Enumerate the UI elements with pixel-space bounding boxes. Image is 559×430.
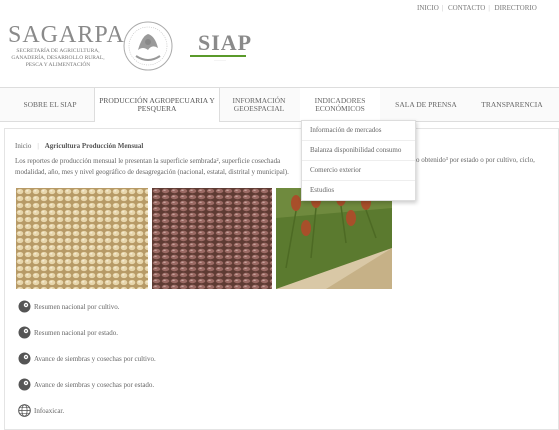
siap-logo-underline [190, 55, 246, 57]
top-link-directorio[interactable]: DIRECTORIO [492, 4, 540, 12]
sagarpa-logo-subtitle: SECRETARÍA DE AGRICULTURA, GANADERÍA, DE… [11, 48, 105, 68]
link-label[interactable]: Infoaxicar. [34, 407, 64, 415]
link-label[interactable]: Resumen nacional por estado. [34, 329, 118, 337]
main-nav: SOBRE EL SIAP PRODUCCIÓN AGROPECUARIA Y … [0, 87, 559, 122]
top-link-contacto[interactable]: CONTACTO [445, 4, 488, 12]
link-label[interactable]: Avance de siembras y cosechas por cultiv… [34, 355, 156, 363]
siap-logo-subtitle: ············ [214, 59, 226, 63]
divider: | [441, 4, 444, 12]
photo-sorghum-field [276, 188, 392, 289]
globe-icon [18, 404, 31, 417]
link-avance-estado[interactable]: Avance de siembras y cosechas por estado… [18, 378, 154, 391]
divider: | [37, 142, 39, 150]
dropdown-item-estudios[interactable]: Estudios [302, 181, 415, 200]
intro-line-1-right: o obtenido³ por estado o por cultivo, ci… [416, 156, 535, 164]
nav-item-sala-prensa[interactable]: SALA DE PRENSA [386, 88, 466, 121]
national-seal-icon [122, 20, 174, 72]
top-link-inicio[interactable]: INICIO [414, 4, 442, 12]
nav-item-indicadores[interactable]: INDICADORES ECONÓMICOS [300, 88, 380, 121]
divider: | [488, 4, 490, 12]
dropdown-item-informacion-mercados[interactable]: Información de mercados [302, 121, 415, 141]
link-label[interactable]: Avance de siembras y cosechas por estado… [34, 381, 154, 389]
dropdown-item-comercio-exterior[interactable]: Comercio exterior [302, 161, 415, 181]
top-links: INICIO | CONTACTO | DIRECTORIO [414, 4, 540, 12]
link-infoaxicar[interactable]: Infoaxicar. [18, 404, 64, 417]
intro-line-2: modalidad, año, mes y nivel geográfico d… [15, 168, 289, 176]
globe-gear-icon [18, 326, 31, 339]
link-label[interactable]: Resumen nacional por cultivo. [34, 303, 120, 311]
globe-gear-icon [18, 300, 31, 313]
link-avance-cultivo[interactable]: Avance de siembras y cosechas por cultiv… [18, 352, 156, 365]
nav-item-informacion-geoespacial[interactable]: INFORMACIÓN GEOESPACIAL [222, 88, 296, 121]
dropdown-item-balanza[interactable]: Balanza disponibilidad consumo [302, 141, 415, 161]
indicadores-dropdown-menu: Información de mercados Balanza disponib… [301, 120, 416, 201]
breadcrumb: Inicio | Agricultura Producción Mensual [15, 142, 143, 150]
photo-beans [152, 188, 272, 289]
breadcrumb-current: Agricultura Producción Mensual [44, 142, 144, 150]
siap-logo[interactable]: SIAP [198, 30, 252, 56]
globe-gear-icon [18, 352, 31, 365]
nav-item-produccion[interactable]: PRODUCCIÓN AGROPECUARIA Y PESQUERA [94, 88, 220, 122]
link-resumen-estado[interactable]: Resumen nacional por estado. [18, 326, 118, 339]
nav-item-transparencia[interactable]: TRANSPARENCIA [470, 88, 554, 121]
photo-corn-grain [16, 188, 148, 289]
globe-gear-icon [18, 378, 31, 391]
nav-item-sobre-siap[interactable]: SOBRE EL SIAP [10, 88, 90, 121]
link-resumen-cultivo[interactable]: Resumen nacional por cultivo. [18, 300, 120, 313]
sagarpa-logo-title[interactable]: SAGARPA [8, 22, 125, 49]
breadcrumb-home[interactable]: Inicio [15, 142, 31, 150]
